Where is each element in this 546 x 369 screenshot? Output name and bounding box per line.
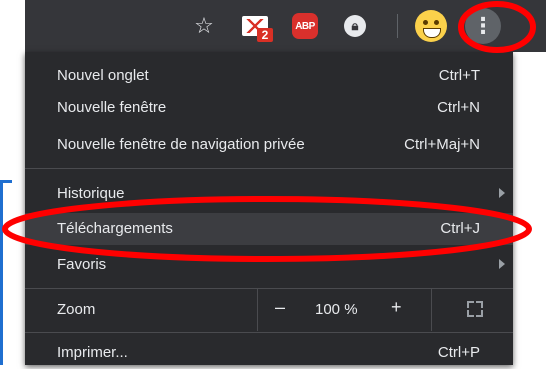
chrome-main-menu: Nouvel onglet Ctrl+T Nouvelle fenêtre Ct… bbox=[25, 52, 513, 365]
zoom-out-button[interactable]: – bbox=[275, 297, 285, 318]
menu-item-label: Nouvelle fenêtre de navigation privée bbox=[57, 136, 305, 153]
submenu-arrow-icon bbox=[499, 259, 505, 269]
star-glyph: ☆ bbox=[194, 13, 214, 38]
zoom-separator bbox=[431, 289, 432, 331]
zoom-in-button[interactable]: + bbox=[391, 297, 402, 318]
menu-item-label: Historique bbox=[57, 185, 125, 202]
fullscreen-icon[interactable] bbox=[467, 301, 483, 317]
menu-item-print[interactable]: Imprimer... Ctrl+P bbox=[25, 337, 513, 369]
menu-item-new-incognito-window[interactable]: Nouvelle fenêtre de navigation privée Ct… bbox=[25, 129, 513, 161]
menu-item-new-tab[interactable]: Nouvel onglet Ctrl+T bbox=[25, 60, 513, 92]
menu-item-new-window[interactable]: Nouvelle fenêtre Ctrl+N bbox=[25, 92, 513, 124]
avatar-eyes bbox=[423, 20, 439, 26]
menu-separator bbox=[25, 168, 513, 169]
kebab-glyph: ⋮ bbox=[472, 13, 494, 38]
menu-item-bookmarks[interactable]: Favoris bbox=[25, 249, 513, 281]
menu-item-label: Nouvel onglet bbox=[57, 67, 149, 84]
gmail-unread-badge: 2 bbox=[257, 28, 273, 42]
kebab-menu-icon[interactable]: ⋮ bbox=[465, 8, 501, 44]
avatar-mouth bbox=[423, 28, 441, 38]
page-accent-inner bbox=[3, 183, 12, 365]
gmail-icon[interactable]: 2 bbox=[242, 12, 278, 42]
zoom-controls: – 100 % + bbox=[257, 289, 513, 331]
submenu-arrow-icon bbox=[499, 188, 505, 198]
profile-avatar[interactable] bbox=[415, 10, 447, 42]
menu-item-shortcut: Ctrl+J bbox=[440, 220, 480, 237]
menu-separator bbox=[25, 332, 513, 333]
zoom-separator bbox=[257, 289, 258, 331]
zoom-value: 100 % bbox=[315, 301, 358, 318]
menu-item-label: Téléchargements bbox=[57, 220, 173, 237]
star-icon[interactable]: ☆ bbox=[190, 12, 218, 40]
lock-glyph: 🔒︎ bbox=[344, 15, 366, 37]
adblock-plus-icon[interactable]: ABP bbox=[290, 12, 320, 40]
menu-zoom-row: Zoom – 100 % + bbox=[25, 289, 513, 331]
menu-item-shortcut: Ctrl+P bbox=[437, 344, 480, 361]
menu-item-history[interactable]: Historique bbox=[25, 178, 513, 210]
lock-extension-icon[interactable]: 🔒︎ bbox=[341, 12, 369, 40]
menu-item-label: Favoris bbox=[57, 256, 107, 273]
abp-label: ABP bbox=[292, 13, 318, 39]
menu-item-shortcut: Ctrl+Maj+N bbox=[404, 136, 480, 153]
zoom-label: Zoom bbox=[57, 301, 96, 318]
menu-item-shortcut: Ctrl+T bbox=[438, 67, 480, 84]
menu-item-shortcut: Ctrl+N bbox=[437, 99, 480, 116]
menu-item-downloads[interactable]: Téléchargements Ctrl+J bbox=[25, 213, 513, 245]
browser-toolbar: ☆ 2 ABP 🔒︎ ⋮ bbox=[25, 0, 546, 52]
toolbar-divider bbox=[397, 14, 398, 38]
menu-item-label: Nouvelle fenêtre bbox=[57, 99, 167, 116]
menu-item-label: Imprimer... bbox=[57, 344, 128, 361]
